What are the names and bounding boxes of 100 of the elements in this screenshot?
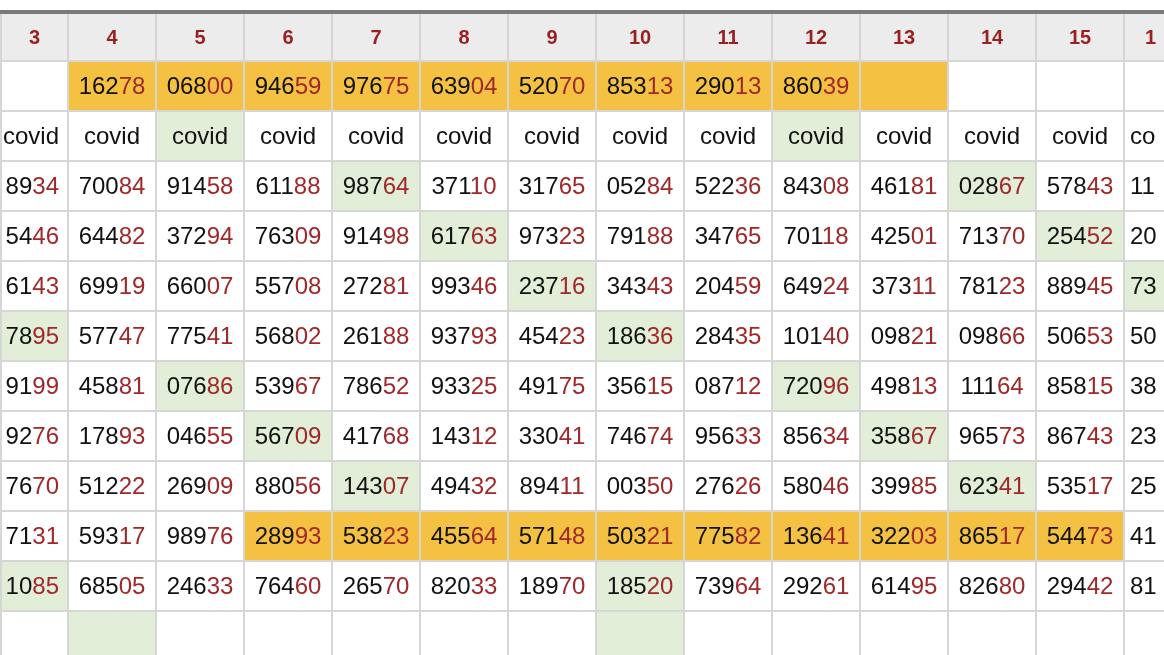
table-cell: 31765 [508,161,596,211]
table-cell: 28993 [244,511,332,561]
table-cell: 7131 [1,511,68,561]
table-cell: 13641 [772,511,860,561]
table-cell: 29442 [1036,561,1124,611]
table-cell: 08712 [684,361,772,411]
table-cell: 10140 [772,311,860,361]
table-cell: 34343 [596,261,684,311]
table-cell: 91458 [156,161,244,211]
table-cell: 57843 [1036,161,1124,211]
table-cell: 94659 [244,61,332,111]
table-cell: covid [772,111,860,161]
table-cell: 70084 [68,161,156,211]
table-cell: 14307 [332,461,420,511]
table-cell: 38 [1124,361,1164,411]
table-cell: covid [420,111,508,161]
table-cell: 56802 [244,311,332,361]
table-cell: 42501 [860,211,948,261]
table-cell: 35615 [596,361,684,411]
table-cell: 17893 [68,411,156,461]
table-cell: 77582 [684,511,772,561]
table-cell: 49175 [508,361,596,411]
table-cell: 45564 [420,511,508,561]
table-cell: 86517 [948,511,1036,561]
table-cell: 86039 [772,61,860,111]
column-header: 7 [332,14,420,61]
table-cell: 07686 [156,361,244,411]
table-cell: 81 [1124,561,1164,611]
table-cell: 62341 [948,461,1036,511]
table-cell: covid [948,111,1036,161]
table-cell: 57148 [508,511,596,561]
table-cell: 77541 [156,311,244,361]
table-cell: 1085 [1,561,68,611]
table-cell: 37311 [860,261,948,311]
table-cell: 49813 [860,361,948,411]
table-cell: 64482 [68,211,156,261]
table-cell: 6143 [1,261,68,311]
table-cell: 76309 [244,211,332,261]
table-cell: 25 [1124,461,1164,511]
table-cell: 16278 [68,61,156,111]
table-cell: 53967 [244,361,332,411]
table-cell: 18636 [596,311,684,361]
table-cell: 52070 [508,61,596,111]
column-header: 13 [860,14,948,61]
table-cell: 27281 [332,261,420,311]
table-cell: 41 [1124,511,1164,561]
table-cell: covid [156,111,244,161]
table-cell: 61763 [420,211,508,261]
table-cell: 23 [1124,411,1164,461]
table-cell: 96573 [948,411,1036,461]
table-cell: 35867 [860,411,948,461]
table-cell: 20 [1124,211,1164,261]
table-cell: 91498 [332,211,420,261]
column-header: 8 [420,14,508,61]
table-cell: 7895 [1,311,68,361]
column-header: 10 [596,14,684,61]
table-cell: 78123 [948,261,1036,311]
table-cell: 66007 [156,261,244,311]
table-cell: 14312 [420,411,508,461]
table-cell: 06800 [156,61,244,111]
column-header: 1 [1124,14,1164,61]
table-cell: 73964 [684,561,772,611]
table-cell: 7670 [1,461,68,511]
table-cell: 45881 [68,361,156,411]
table-cell: 71370 [948,211,1036,261]
table-cell: 02867 [948,161,1036,211]
table-cell: 37110 [420,161,508,211]
table-cell: 82680 [948,561,1036,611]
table-cell: 18520 [596,561,684,611]
table-cell: 24633 [156,561,244,611]
table-cell: 05284 [596,161,684,211]
table-cell: 79188 [596,211,684,261]
table-cell: 85313 [596,61,684,111]
table-cell: 98976 [156,511,244,561]
column-header: 4 [68,14,156,61]
table-cell: covid [508,111,596,161]
table-cell: 61188 [244,161,332,211]
table-cell: 63904 [420,61,508,111]
table-cell: 33041 [508,411,596,461]
table-cell: 25452 [1036,211,1124,261]
table-cell: 26909 [156,461,244,511]
table-cell: 72096 [772,361,860,411]
table-cell: covid [1036,111,1124,161]
table-cell: covid [244,111,332,161]
table-cell: co [1124,111,1164,161]
table-cell: 34765 [684,211,772,261]
table-cell: 53517 [1036,461,1124,511]
table-cell: 27626 [684,461,772,511]
table-cell: 00350 [596,461,684,511]
table-cell: covid [860,111,948,161]
column-header: 9 [508,14,596,61]
table-cell: 50321 [596,511,684,561]
table-cell: 18970 [508,561,596,611]
table-cell: 46181 [860,161,948,211]
table-cell: 45423 [508,311,596,361]
table-cell: covid [332,111,420,161]
table-cell: 51222 [68,461,156,511]
table-cell: 04655 [156,411,244,461]
table-cell: 50 [1124,311,1164,361]
table-cell: 86743 [1036,411,1124,461]
